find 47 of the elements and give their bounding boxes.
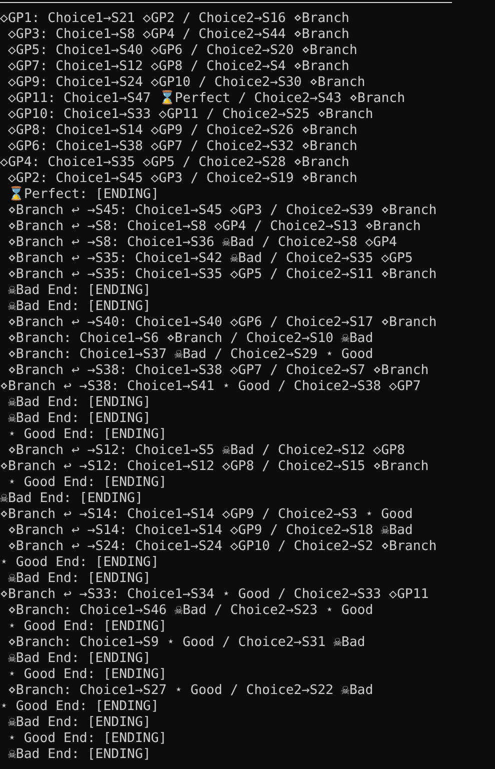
output-line: ◇GP4: Choice1→S35 ◇GP5 / Choice2→S28 ⋄Branch — [0, 155, 350, 170]
output-line: ⋄Branch ↩ →S35: Choice1→S42 ☠Bad / Choice2→S35 ◇GP5 — [6, 251, 413, 266]
output-line: ⋄Branch ↩ →S8: Choice1→S36 ☠Bad / Choice2→S8 ◇GP4 — [6, 235, 397, 250]
output-line: ⋄Branch ↩ →S35: Choice1→S35 ◇GP5 / Choice2→S11 ⋄Branch — [6, 267, 437, 282]
output-line: ◇GP11: Choice1→S47 ⌛Perfect / Choice2→S43 ⋄Branch — [6, 91, 406, 106]
output-line: ⋄Branch ↩ →S12: Choice1→S5 ☠Bad / Choice2→S12 ◇GP8 — [6, 443, 405, 458]
output-line: ☠Bad End: [ENDING] — [6, 283, 151, 298]
output-line: ◇GP2: Choice1→S45 ◇GP3 / Choice2→S19 ⋄Branch — [6, 171, 358, 186]
output-line: ⋄Branch ↩ →S12: Choice1→S12 ◇GP8 / Choice2→S15 ⋄Branch — [0, 459, 429, 474]
output-line: ☠Bad End: [ENDING] — [0, 491, 143, 506]
output-line: ☠Bad End: [ENDING] — [6, 395, 151, 410]
output-line: ⋄Branch: Choice1→S9 ⋆ Good / Choice2→S31 ☠Bad — [6, 635, 366, 650]
output-line: ☠Bad End: [ENDING] — [6, 715, 151, 730]
output-line: ☠Bad End: [ENDING] — [6, 651, 151, 666]
output-line: ⋄Branch ↩ →S40: Choice1→S40 ◇GP6 / Choice2→S17 ⋄Branch — [6, 315, 437, 330]
output-line: ⋆ Good End: [ENDING] — [6, 619, 167, 634]
output-line: ◇GP6: Choice1→S38 ◇GP7 / Choice2→S32 ⋄Branch — [6, 139, 358, 154]
output-line: ☠Bad End: [ENDING] — [6, 747, 151, 762]
output-line: ⋆ Good End: [ENDING] — [0, 555, 159, 570]
output-line: ⋄Branch ↩ →S14: Choice1→S14 ◇GP9 / Choice2→S18 ☠Bad — [6, 523, 413, 538]
output-line: ◇GP10: Choice1→S33 ◇GP11 / Choice2→S25 ⋄Branch — [6, 107, 374, 122]
output-line: ☠Bad End: [ENDING] — [6, 571, 151, 586]
output-line: ⋄Branch ↩ →S38: Choice1→S41 ⋆ Good / Choice2→S38 ◇GP7 — [0, 379, 421, 394]
output-line: ◇GP5: Choice1→S40 ◇GP6 / Choice2→S20 ⋄Branch — [6, 43, 358, 58]
output-line: ⋄Branch: Choice1→S6 ⋄Branch / Choice2→S10 ☠Bad — [6, 331, 374, 346]
output-line: ⋄Branch ↩ →S38: Choice1→S38 ◇GP7 / Choice2→S7 ⋄Branch — [6, 363, 429, 378]
output-line: ⋄Branch: Choice1→S27 ⋆ Good / Choice2→S22 ☠Bad — [6, 683, 374, 698]
output-line: ◇GP9: Choice1→S24 ◇GP10 / Choice2→S30 ⋄Branch — [6, 75, 366, 90]
output-line: ⋄Branch: Choice1→S37 ☠Bad / Choice2→S29 ⋆ Good — [6, 347, 374, 362]
output-line: ◇GP8: Choice1→S14 ◇GP9 / Choice2→S26 ⋄Branch — [6, 123, 358, 138]
output-line: ⋄Branch ↩ →S33: Choice1→S34 ⋆ Good / Choice2→S33 ◇GP11 — [0, 587, 429, 602]
output-line: ⋆ Good End: [ENDING] — [0, 699, 159, 714]
output-line: ⋆ Good End: [ENDING] — [6, 667, 167, 682]
output-line: ⋄Branch ↩ →S8: Choice1→S8 ◇GP4 / Choice2→S13 ⋄Branch — [6, 219, 421, 234]
output-line: ◇GP1: Choice1→S21 ◇GP2 / Choice2→S16 ⋄Branch — [0, 11, 350, 26]
output-line: ⋄Branch ↩ →S14: Choice1→S14 ◇GP9 / Choice2→S3 ⋆ Good — [0, 507, 413, 522]
output-line: ⋄Branch ↩ →S24: Choice1→S24 ◇GP10 / Choice2→S2 ⋄Branch — [6, 539, 437, 554]
output-line: ⋆ Good End: [ENDING] — [6, 427, 167, 442]
output-line: ⋆ Good End: [ENDING] — [6, 731, 167, 746]
output-line: ⋄Branch ↩ →S45: Choice1→S45 ◇GP3 / Choice2→S39 ⋄Branch — [6, 203, 437, 218]
output-line: ⋄Branch: Choice1→S46 ☠Bad / Choice2→S23 ⋆ Good — [6, 603, 374, 618]
output-line: ☠Bad End: [ENDING] — [6, 411, 151, 426]
output-line: ⋆ Good End: [ENDING] — [6, 475, 167, 490]
output-line: ⌛Perfect: [ENDING] — [6, 187, 159, 202]
output-line: ◇GP7: Choice1→S12 ◇GP8 / Choice2→S4 ⋄Branch — [6, 59, 350, 74]
output-line: ☠Bad End: [ENDING] — [6, 299, 151, 314]
output-line: ◇GP3: Choice1→S8 ◇GP4 / Choice2→S44 ⋄Branch — [6, 27, 350, 42]
